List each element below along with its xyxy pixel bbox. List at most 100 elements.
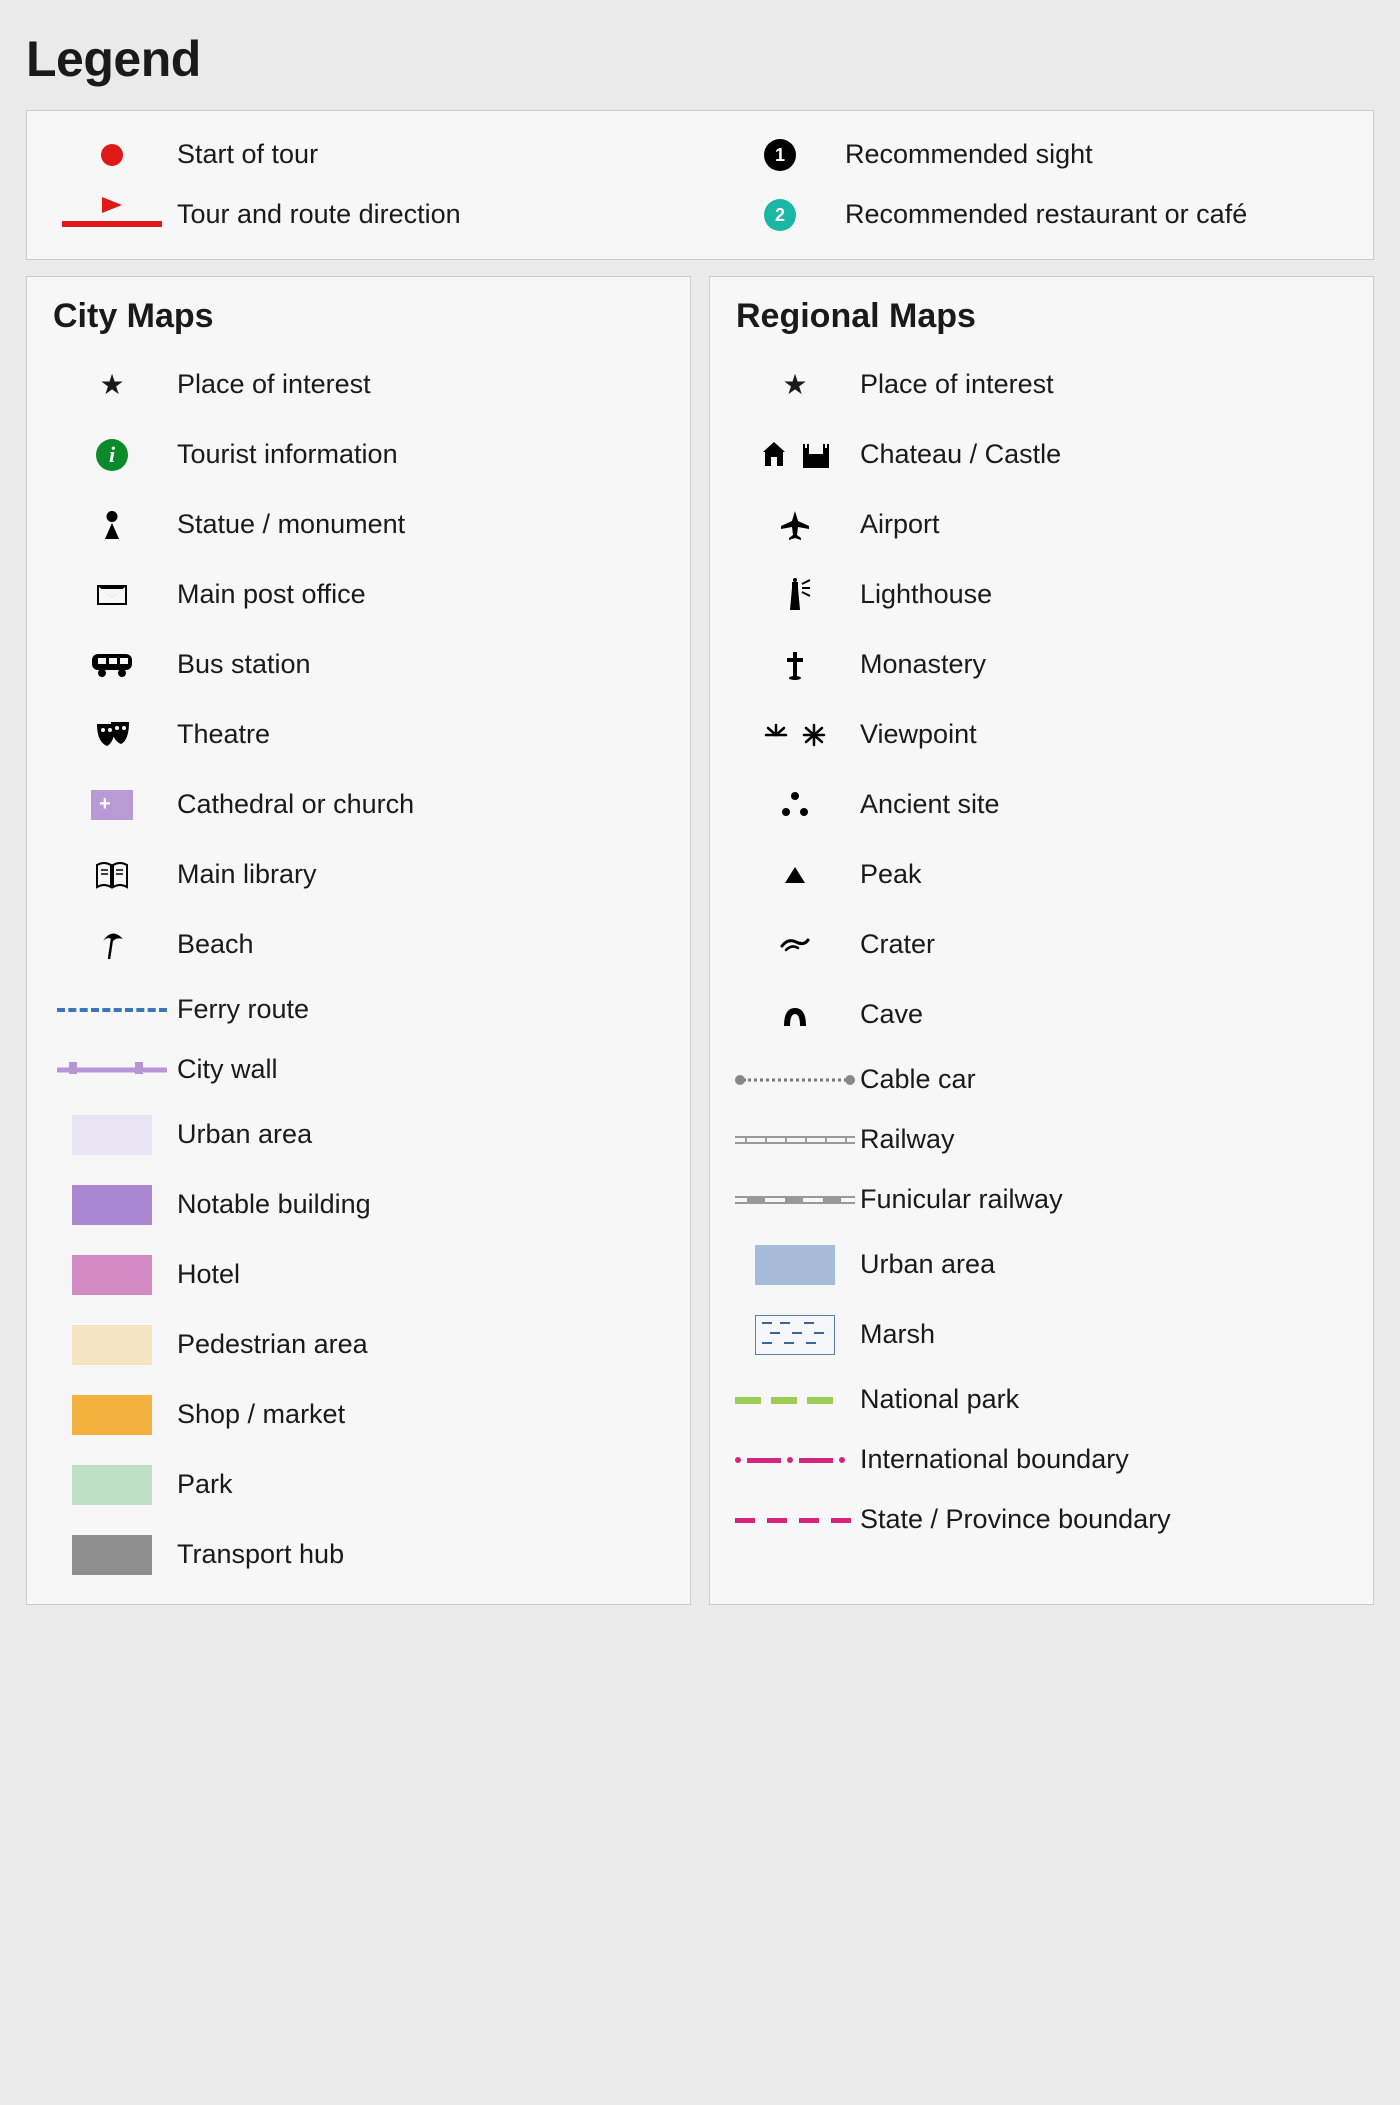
legend-row: Ferry route bbox=[47, 980, 670, 1040]
legend-row: Cave bbox=[730, 980, 1353, 1050]
legend-label: Urban area bbox=[177, 1119, 670, 1150]
legend-label: Airport bbox=[860, 509, 1353, 540]
statue-icon bbox=[47, 511, 177, 539]
legend-row: 2 Recommended restaurant or café bbox=[715, 185, 1353, 245]
legend-row: Bus station bbox=[47, 630, 670, 700]
legend-label: Park bbox=[177, 1469, 670, 1500]
legend-label: Main library bbox=[177, 859, 670, 890]
legend-row: Ancient site bbox=[730, 770, 1353, 840]
legend-label: Funicular railway bbox=[860, 1184, 1353, 1215]
legend-row: Hotel bbox=[47, 1240, 670, 1310]
legend-row: Urban area bbox=[730, 1230, 1353, 1300]
legend-label: Ancient site bbox=[860, 789, 1353, 820]
state-boundary-icon bbox=[730, 1518, 860, 1523]
shop-swatch bbox=[47, 1395, 177, 1435]
legend-row: Chateau / Castle bbox=[730, 420, 1353, 490]
start-of-tour-icon bbox=[47, 144, 177, 166]
recommended-food-icon: 2 bbox=[715, 199, 845, 231]
tour-direction-icon bbox=[47, 197, 177, 233]
legend-label: Cable car bbox=[860, 1064, 1353, 1095]
legend-label: Crater bbox=[860, 929, 1353, 960]
legend-row: Pedestrian area bbox=[47, 1310, 670, 1380]
recommended-sight-icon: 1 bbox=[715, 139, 845, 171]
park-swatch bbox=[47, 1465, 177, 1505]
legend-row: 1 Recommended sight bbox=[715, 125, 1353, 185]
intl-boundary-icon bbox=[730, 1457, 860, 1463]
crater-icon bbox=[730, 934, 860, 956]
marsh-swatch bbox=[730, 1315, 860, 1355]
viewpoint-icon bbox=[730, 722, 860, 748]
legend-label: Theatre bbox=[177, 719, 670, 750]
legend-row: International boundary bbox=[730, 1430, 1353, 1490]
hotel-swatch bbox=[47, 1255, 177, 1295]
legend-label: Place of interest bbox=[860, 369, 1353, 400]
urban-area-swatch bbox=[47, 1115, 177, 1155]
legend-label: Cathedral or church bbox=[177, 789, 670, 820]
star-icon: ★ bbox=[730, 371, 860, 399]
legend-label: International boundary bbox=[860, 1444, 1353, 1475]
city-maps-panel: City Maps ★ Place of interest i Tourist … bbox=[26, 276, 691, 1605]
legend-label: Tour and route direction bbox=[177, 199, 685, 230]
notable-building-swatch bbox=[47, 1185, 177, 1225]
legend-label: Cave bbox=[860, 999, 1353, 1030]
legend-label: State / Province boundary bbox=[860, 1504, 1353, 1535]
legend-row: Cable car bbox=[730, 1050, 1353, 1110]
tour-left: Start of tour Tour and route direction bbox=[47, 125, 685, 245]
legend-label: Peak bbox=[860, 859, 1353, 890]
legend-row: Peak bbox=[730, 840, 1353, 910]
legend-row: ★ Place of interest bbox=[47, 350, 670, 420]
peak-icon bbox=[730, 867, 860, 883]
regional-maps-panel: Regional Maps ★ Place of interest Chatea… bbox=[709, 276, 1374, 1605]
transport-swatch bbox=[47, 1535, 177, 1575]
legend-label: Notable building bbox=[177, 1189, 670, 1220]
monastery-icon bbox=[730, 650, 860, 680]
legend-row: Cathedral or church bbox=[47, 770, 670, 840]
legend-row: ★ Place of interest bbox=[730, 350, 1353, 420]
legend-row: Park bbox=[47, 1450, 670, 1520]
bus-icon bbox=[47, 652, 177, 678]
ferry-route-icon bbox=[47, 1008, 177, 1012]
star-icon: ★ bbox=[47, 371, 177, 399]
legend-row: Railway bbox=[730, 1110, 1353, 1170]
legend-row: Airport bbox=[730, 490, 1353, 560]
legend-label: Place of interest bbox=[177, 369, 670, 400]
legend-label: Transport hub bbox=[177, 1539, 670, 1570]
legend-row: Crater bbox=[730, 910, 1353, 980]
legend-row: Tour and route direction bbox=[47, 185, 685, 245]
legend-row: City wall bbox=[47, 1040, 670, 1100]
legend-label: Pedestrian area bbox=[177, 1329, 670, 1360]
library-icon bbox=[47, 861, 177, 889]
legend-row: National park bbox=[730, 1370, 1353, 1430]
pedestrian-swatch bbox=[47, 1325, 177, 1365]
legend-row: Beach bbox=[47, 910, 670, 980]
legend-row: Lighthouse bbox=[730, 560, 1353, 630]
legend-row: Main post office bbox=[47, 560, 670, 630]
legend-title: Legend bbox=[26, 30, 1374, 88]
church-icon bbox=[47, 790, 177, 820]
city-maps-title: City Maps bbox=[53, 297, 670, 336]
legend-row: Funicular railway bbox=[730, 1170, 1353, 1230]
beach-icon bbox=[47, 929, 177, 961]
legend-label: National park bbox=[860, 1384, 1353, 1415]
legend-label: Ferry route bbox=[177, 994, 670, 1025]
legend-row: Transport hub bbox=[47, 1520, 670, 1590]
railway-icon bbox=[730, 1136, 860, 1144]
cable-car-icon bbox=[730, 1075, 860, 1085]
legend-row: Start of tour bbox=[47, 125, 685, 185]
legend-label: Marsh bbox=[860, 1319, 1353, 1350]
national-park-icon bbox=[730, 1397, 860, 1404]
legend-label: Lighthouse bbox=[860, 579, 1353, 610]
legend-label: Statue / monument bbox=[177, 509, 670, 540]
info-icon: i bbox=[47, 439, 177, 471]
city-wall-icon bbox=[47, 1062, 177, 1078]
chateau-castle-icon bbox=[730, 442, 860, 468]
tour-right: 1 Recommended sight 2 Recommended restau… bbox=[715, 125, 1353, 245]
legend-row: Notable building bbox=[47, 1170, 670, 1240]
legend-row: Marsh bbox=[730, 1300, 1353, 1370]
legend-label: Monastery bbox=[860, 649, 1353, 680]
legend-label: Recommended restaurant or café bbox=[845, 199, 1353, 230]
legend-row: Urban area bbox=[47, 1100, 670, 1170]
legend-row: Shop / market bbox=[47, 1380, 670, 1450]
lighthouse-icon bbox=[730, 578, 860, 612]
regional-maps-title: Regional Maps bbox=[736, 297, 1353, 336]
